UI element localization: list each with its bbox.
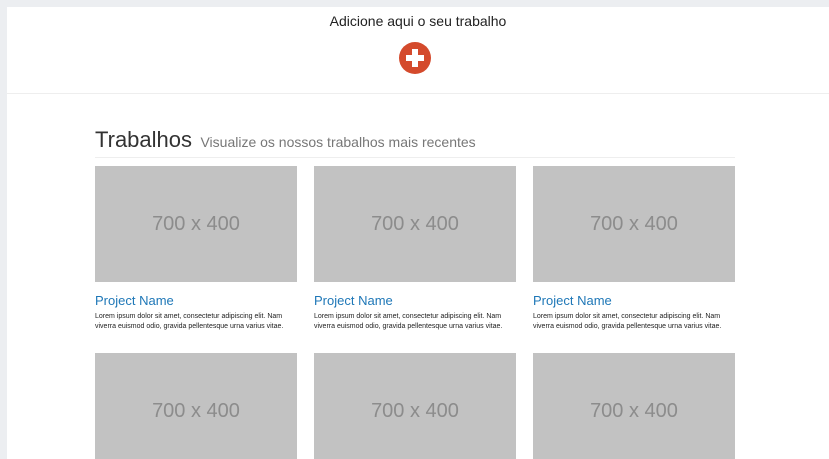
add-work-button[interactable] (399, 42, 431, 74)
add-work-section: Adicione aqui o seu trabalho (7, 7, 829, 94)
project-thumbnail[interactable]: 700 x 400 (314, 166, 516, 282)
add-work-title: Adicione aqui o seu trabalho (329, 13, 507, 29)
project-card: 700 x 400 Project Name Lorem ipsum dolor… (95, 166, 297, 332)
project-thumbnail[interactable]: 700 x 400 (314, 353, 516, 459)
project-thumbnail[interactable]: 700 x 400 (95, 353, 297, 459)
project-name-link[interactable]: Project Name (314, 293, 516, 308)
project-name-link[interactable]: Project Name (95, 293, 297, 308)
works-header: Trabalhos Visualize os nossos trabalhos … (95, 127, 735, 158)
project-card: 700 x 400 (533, 353, 735, 459)
project-card: 700 x 400 (314, 353, 516, 459)
works-subtitle: Visualize os nossos trabalhos mais recen… (200, 134, 476, 150)
works-title: Trabalhos (95, 127, 193, 152)
project-description: Lorem ipsum dolor sit amet, consectetur … (533, 313, 722, 330)
project-card: 700 x 400 Project Name Lorem ipsum dolor… (533, 166, 735, 332)
project-thumbnail[interactable]: 700 x 400 (533, 166, 735, 282)
project-description: Lorem ipsum dolor sit amet, consectetur … (95, 313, 284, 330)
page: Adicione aqui o seu trabalho Trabalhos V… (7, 7, 829, 459)
project-card: 700 x 400 (95, 353, 297, 459)
project-card: 700 x 400 Project Name Lorem ipsum dolor… (314, 166, 516, 332)
project-name-link[interactable]: Project Name (533, 293, 735, 308)
project-thumbnail[interactable]: 700 x 400 (95, 166, 297, 282)
project-description: Lorem ipsum dolor sit amet, consectetur … (314, 313, 503, 330)
project-thumbnail[interactable]: 700 x 400 (533, 353, 735, 459)
